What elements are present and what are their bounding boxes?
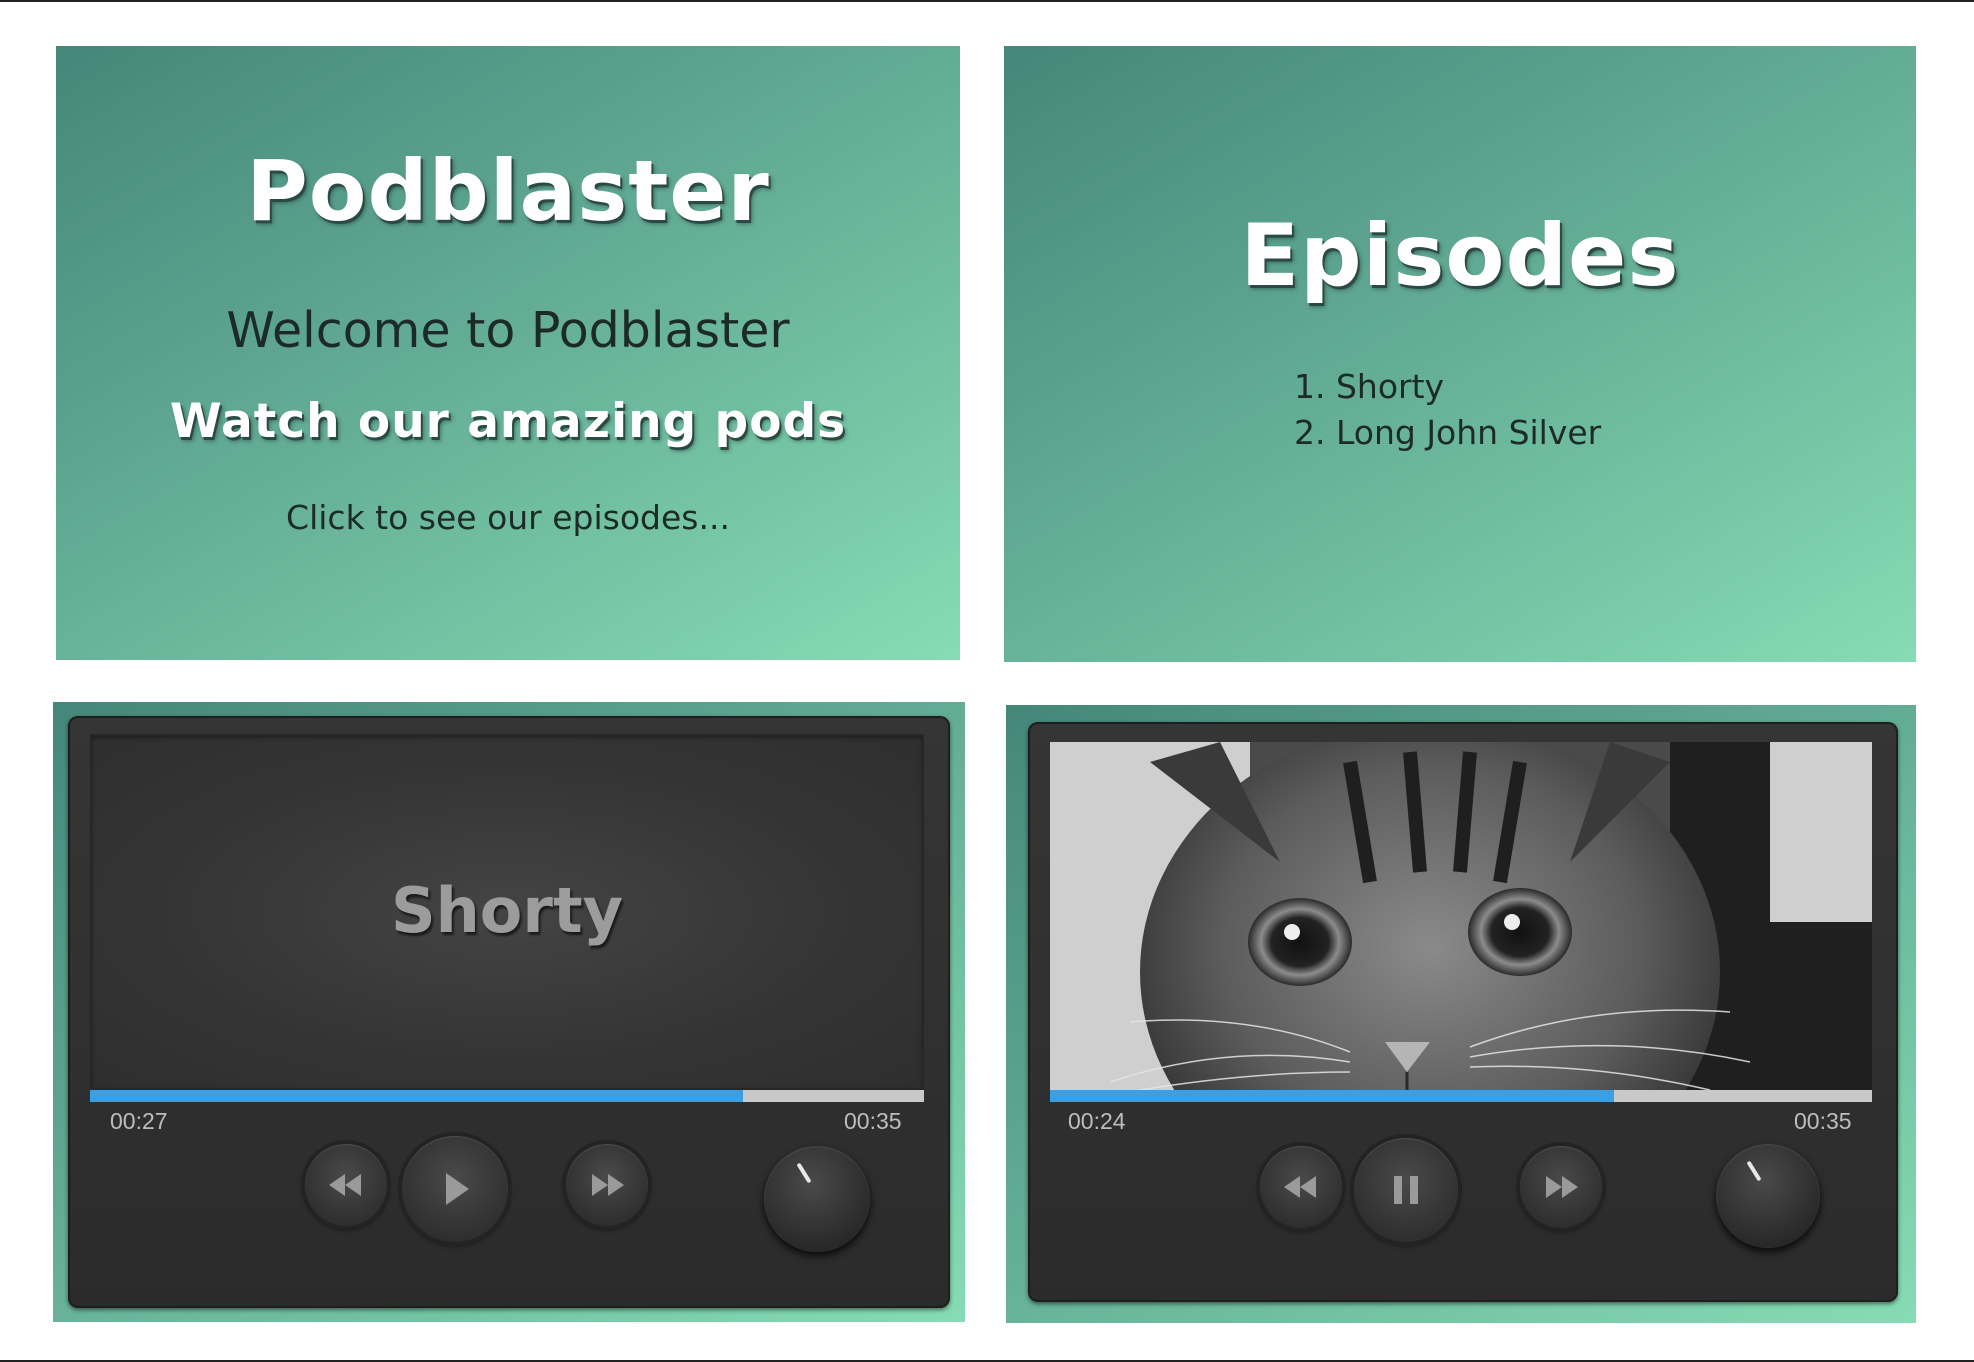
episode-item-long-john-silver[interactable]: 2. Long John Silver bbox=[1294, 410, 1601, 456]
welcome-text: Welcome to Podblaster bbox=[226, 302, 790, 359]
episodes-link[interactable]: Click to see our episodes... bbox=[56, 498, 960, 537]
episode-list: 1. Shorty 2. Long John Silver bbox=[1294, 364, 1601, 456]
play-button[interactable] bbox=[402, 1136, 508, 1242]
kitten-image bbox=[1050, 742, 1872, 1090]
volume-indicator bbox=[1746, 1160, 1762, 1182]
current-time: 00:27 bbox=[110, 1108, 168, 1134]
fast-forward-icon bbox=[592, 1174, 624, 1196]
play-icon bbox=[446, 1173, 469, 1205]
rewind-icon bbox=[1284, 1176, 1316, 1198]
volume-knob[interactable] bbox=[764, 1146, 870, 1252]
pause-icon bbox=[1394, 1176, 1418, 1204]
duration-time: 00:35 bbox=[1794, 1108, 1852, 1134]
home-slide: Podblaster Welcome to Podblaster Watch o… bbox=[56, 46, 960, 660]
video-player: 00:24 00:35 bbox=[1028, 722, 1898, 1302]
episode-item-shorty[interactable]: 1. Shorty bbox=[1294, 364, 1601, 410]
pause-button[interactable] bbox=[1354, 1138, 1458, 1242]
progress-bar[interactable] bbox=[90, 1090, 924, 1102]
video-screen bbox=[1050, 742, 1872, 1090]
fast-forward-button[interactable] bbox=[1520, 1146, 1602, 1228]
progress-bar[interactable] bbox=[1050, 1090, 1872, 1102]
rewind-button[interactable] bbox=[1260, 1146, 1342, 1228]
progress-fill bbox=[1050, 1090, 1614, 1102]
app-title: Podblaster bbox=[246, 142, 770, 240]
tagline: Watch our amazing pods bbox=[169, 394, 847, 449]
volume-knob[interactable] bbox=[1716, 1144, 1820, 1248]
progress-fill bbox=[90, 1090, 744, 1102]
audio-player: Shorty 00:27 00:35 bbox=[68, 716, 950, 1308]
rewind-icon bbox=[329, 1174, 361, 1196]
rewind-button[interactable] bbox=[305, 1144, 387, 1226]
player-screen: Shorty bbox=[90, 734, 924, 1090]
fast-forward-icon bbox=[1546, 1176, 1578, 1198]
episodes-slide: Episodes bbox=[1004, 46, 1916, 662]
episodes-title: Episodes bbox=[1240, 206, 1680, 306]
duration-time: 00:35 bbox=[844, 1108, 902, 1134]
volume-indicator bbox=[796, 1162, 812, 1184]
episode-title-display: Shorty bbox=[390, 874, 623, 947]
fast-forward-button[interactable] bbox=[566, 1144, 648, 1226]
current-time: 00:24 bbox=[1068, 1108, 1126, 1134]
